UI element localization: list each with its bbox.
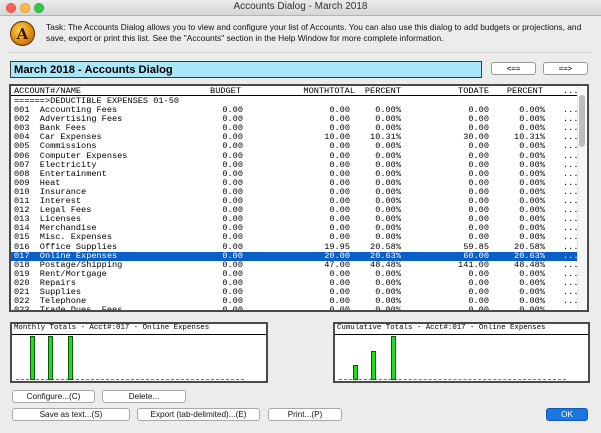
monthly-bar xyxy=(30,336,35,380)
save-as-text-button[interactable]: Save as text...(S) xyxy=(12,408,130,421)
print-button[interactable]: Print...(P) xyxy=(268,408,342,421)
row-percent: 0.00% xyxy=(375,305,401,312)
monthly-totals-title: Monthly Totals - Acct#:017 - Online Expe… xyxy=(14,324,210,332)
monthly-bar xyxy=(68,336,73,380)
delete-button[interactable]: Delete... xyxy=(102,390,186,403)
vertical-scrollbar[interactable] xyxy=(578,87,586,309)
table-row[interactable]: 008 Entertainment 0.00 0.00 0.00% 0.00 0.00%.… xyxy=(11,169,581,179)
ok-button[interactable]: OK xyxy=(546,408,588,421)
accounts-table[interactable]: ACCOUNT#/NAME BUDGET MONTHTOTAL PERCENT … xyxy=(9,84,589,312)
table-row[interactable]: 010 Insurance 0.00 0.00 0.00% 0.00 0.00%... xyxy=(11,187,581,197)
table-row[interactable]: 009 Heat 0.00 0.00 0.00% 0.00 0.00%... xyxy=(11,178,581,188)
cumulative-bar xyxy=(353,365,358,380)
table-row[interactable]: 021 Supplies 0.00 0.00 0.00% 0.00 0.00%... xyxy=(11,288,581,297)
scrollbar-thumb[interactable] xyxy=(579,95,585,147)
dialog-title: March 2018 - Accounts Dialog xyxy=(14,64,173,76)
task-description: Task: The Accounts Dialog allows you to … xyxy=(46,22,582,43)
monthly-totals-divider xyxy=(12,334,266,335)
header-divider xyxy=(8,52,593,53)
next-month-button[interactable]: ==> xyxy=(543,62,588,75)
row-account: 023 Trade Dues, Fees xyxy=(14,305,123,312)
app-logo-icon: A xyxy=(10,21,35,46)
row-percent-todate: 0.00% xyxy=(519,305,545,312)
table-row[interactable]: 019 Rent/Mortgage 0.00 0.00 0.00% 0.00 0.00%.… xyxy=(11,269,581,279)
table-row[interactable]: 023 Trade Dues, Fees 0.00 0.00 0.00% 0.00 0.0… xyxy=(11,305,581,312)
monthly-totals-panel: Monthly Totals - Acct#:017 - Online Expe… xyxy=(10,322,268,383)
table-row[interactable]: 011 Interest 0.00 0.00 0.00% 0.00 0.00%... xyxy=(11,197,581,206)
row-todate: 0.00 xyxy=(468,305,489,312)
cumulative-totals-divider xyxy=(335,334,588,335)
configure-button[interactable]: Configure...(C) xyxy=(12,390,95,403)
dialog-title-box: March 2018 - Accounts Dialog xyxy=(10,61,482,78)
title-bar: Accounts Dialog - March 2018 xyxy=(0,0,601,16)
cumulative-bar xyxy=(391,336,396,380)
window-title: Accounts Dialog - March 2018 xyxy=(233,1,368,12)
export-button[interactable]: Export (tab-delimited)...(E) xyxy=(137,408,260,421)
table-row[interactable]: 002 Advertising Fees 0.00 0.00 0.00% 0.00 0.0… xyxy=(11,115,581,124)
monthly-bar xyxy=(48,336,53,380)
cumulative-totals-panel: Cumulative Totals - Acct#:017 - Online E… xyxy=(333,322,590,383)
table-row[interactable]: 020 Repairs 0.00 0.00 0.00% 0.00 0.00%... xyxy=(11,278,581,288)
cumulative-bar xyxy=(371,351,376,380)
table-row[interactable]: 012 Legal Fees 0.00 0.00 0.00% 0.00 0.00%... xyxy=(11,206,581,215)
previous-month-button[interactable]: <== xyxy=(491,62,536,75)
row-budget: 0.00 xyxy=(222,305,243,312)
app-logo-letter: A xyxy=(16,25,29,43)
row-monthtotal: 0.00 xyxy=(329,305,350,312)
cumulative-totals-title: Cumulative Totals - Acct#:017 - Online E… xyxy=(337,324,546,332)
